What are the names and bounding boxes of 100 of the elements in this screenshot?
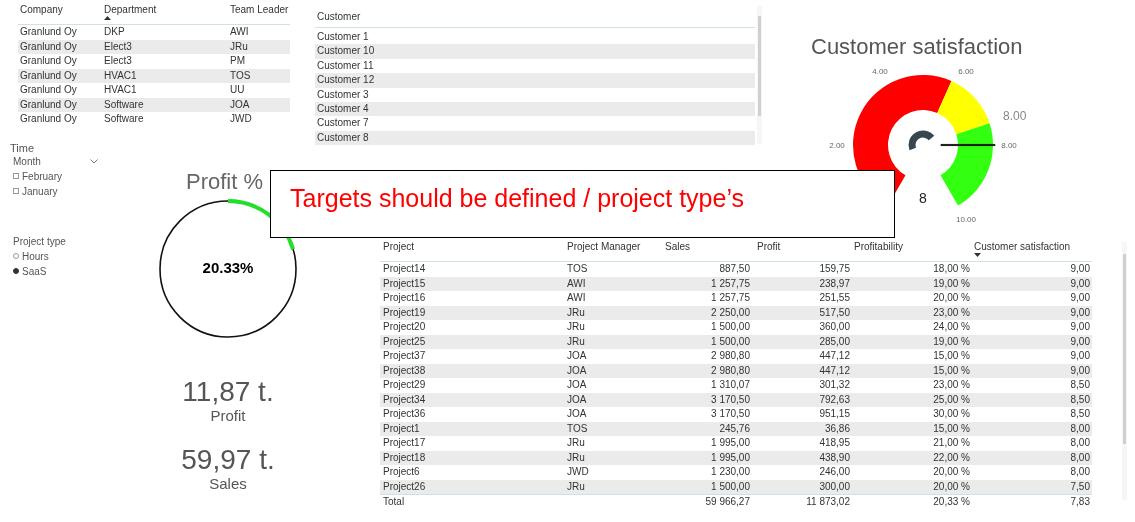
table-cell: 25,00 % xyxy=(933,393,970,405)
table-cell: Granlund Oy xyxy=(20,26,77,37)
table-cell: Project26 xyxy=(383,480,426,492)
table-cell: 3 170,50 xyxy=(711,393,750,405)
total-cell: 11 873,02 xyxy=(806,496,850,507)
table-cell: JOA xyxy=(567,379,587,390)
table-cell: Project36 xyxy=(383,408,426,419)
card-label: Sales xyxy=(209,474,247,493)
column-header[interactable]: Sales xyxy=(665,240,690,253)
table-cell: Project14 xyxy=(383,263,426,274)
table-cell: 2 980,80 xyxy=(711,350,750,361)
column-header[interactable]: Profitability xyxy=(854,240,903,253)
table-cell: JRu xyxy=(567,321,585,332)
table-cell: 8,00 xyxy=(1070,466,1090,477)
column-header[interactable]: Company xyxy=(20,4,63,16)
table-cell: 1 310,07 xyxy=(711,379,750,390)
table-cell: 19,00 % xyxy=(933,335,970,347)
table-cell: 8,50 xyxy=(1070,379,1090,390)
gauge-value: 8.00 xyxy=(1003,109,1027,124)
gauge-target: 8 xyxy=(919,190,927,206)
table-cell: JRu xyxy=(230,40,248,52)
radio-button[interactable] xyxy=(13,268,19,274)
gauge-value: 20.33% xyxy=(202,258,254,279)
card-value: 11,87 t. xyxy=(182,376,274,407)
table-cell: Project18 xyxy=(383,451,426,463)
column-header[interactable]: Project Manager xyxy=(567,240,641,253)
table-cell: TOS xyxy=(567,422,588,434)
slicer-item[interactable]: SaaS xyxy=(22,263,47,279)
list-item[interactable]: Customer 8 xyxy=(317,131,369,143)
list-item[interactable]: Customer 3 xyxy=(317,88,369,100)
table-cell: 1 995,00 xyxy=(711,437,750,448)
table-cell: 887,50 xyxy=(719,263,750,274)
month-dropdown[interactable]: Month xyxy=(13,154,98,169)
slicer-item[interactable]: February xyxy=(22,168,62,184)
slicer-item[interactable]: Hours xyxy=(22,248,49,264)
table-cell: 792,63 xyxy=(819,393,850,405)
table-cell: 8,00 xyxy=(1070,422,1090,434)
table-cell: Project6 xyxy=(383,466,420,477)
table-cell: JRu xyxy=(567,437,585,448)
callout-box: Targets should be defined / project type’s xyxy=(270,170,895,238)
column-header[interactable]: Profit xyxy=(757,240,781,253)
table-cell: Project16 xyxy=(383,292,426,303)
table-cell: Project29 xyxy=(383,379,426,390)
table-cell: 21,00 % xyxy=(933,437,970,448)
checkbox[interactable] xyxy=(13,173,19,179)
column-header[interactable]: Team Leader xyxy=(230,4,289,16)
table-cell: 1 257,75 xyxy=(711,292,750,303)
total-cell: Total xyxy=(383,496,405,507)
table-cell: Project15 xyxy=(383,277,426,289)
slicer-title: Project type xyxy=(13,234,67,249)
total-cell: 7,83 xyxy=(1070,496,1090,507)
card-value: 59,97 t. xyxy=(181,444,275,475)
scrollbar[interactable] xyxy=(1122,242,1127,500)
table-cell: 951,15 xyxy=(819,408,850,419)
table-cell: JRu xyxy=(567,451,585,463)
table-cell: 447,12 xyxy=(819,364,850,376)
table-cell: Granlund Oy xyxy=(20,40,77,52)
table-cell: 18,00 % xyxy=(933,263,970,274)
checkbox[interactable] xyxy=(13,188,19,194)
table-cell: 9,00 xyxy=(1070,321,1090,332)
table-cell: Elect3 xyxy=(104,55,132,66)
table-cell: TOS xyxy=(230,69,251,81)
table-cell: 1 230,00 xyxy=(711,466,750,477)
scrollbar[interactable] xyxy=(757,6,762,144)
table-cell: HVAC1 xyxy=(104,84,137,95)
list-item[interactable]: Customer 7 xyxy=(317,117,369,129)
list-item[interactable]: Customer 12 xyxy=(317,74,375,86)
list-item[interactable]: Customer 1 xyxy=(317,31,369,42)
list-item[interactable]: Customer 11 xyxy=(317,59,374,71)
slicer-item[interactable]: January xyxy=(22,183,58,199)
table-cell: 23,00 % xyxy=(933,379,970,390)
column-header[interactable]: Project xyxy=(383,240,415,253)
radio-button[interactable] xyxy=(13,253,19,259)
chevron-down-icon xyxy=(90,159,98,164)
table-cell: Software xyxy=(104,113,144,124)
table-cell: Granlund Oy xyxy=(20,84,77,95)
column-header[interactable]: Department xyxy=(104,4,157,16)
table-cell: Project19 xyxy=(383,306,426,318)
table-cell: 1 500,00 xyxy=(711,335,750,347)
table-cell: 238,97 xyxy=(819,277,850,289)
list-item[interactable]: Customer 10 xyxy=(317,45,375,57)
table-cell: 1 500,00 xyxy=(711,480,750,492)
table-cell: 15,00 % xyxy=(933,422,970,434)
table-cell: 9,00 xyxy=(1070,306,1090,318)
table-cell: 246,00 xyxy=(819,466,850,477)
table-cell: 9,00 xyxy=(1070,364,1090,376)
table-cell: HVAC1 xyxy=(104,69,137,81)
table-cell: 15,00 % xyxy=(933,364,970,376)
tick-label: 6.00 xyxy=(958,66,974,76)
table-cell: AWI xyxy=(230,26,249,37)
table-cell: 251,55 xyxy=(819,292,850,303)
column-header[interactable]: Customer satisfaction xyxy=(974,240,1071,253)
list-item[interactable]: Customer 4 xyxy=(317,103,369,115)
card-label: Profit xyxy=(210,406,246,425)
table-cell: 30,00 % xyxy=(933,408,970,419)
table-cell: 1 257,75 xyxy=(711,277,750,289)
table-cell: Granlund Oy xyxy=(20,55,77,66)
table-cell: 3 170,50 xyxy=(711,408,750,419)
table-cell: JRu xyxy=(567,335,585,347)
table-cell: Software xyxy=(104,98,144,110)
